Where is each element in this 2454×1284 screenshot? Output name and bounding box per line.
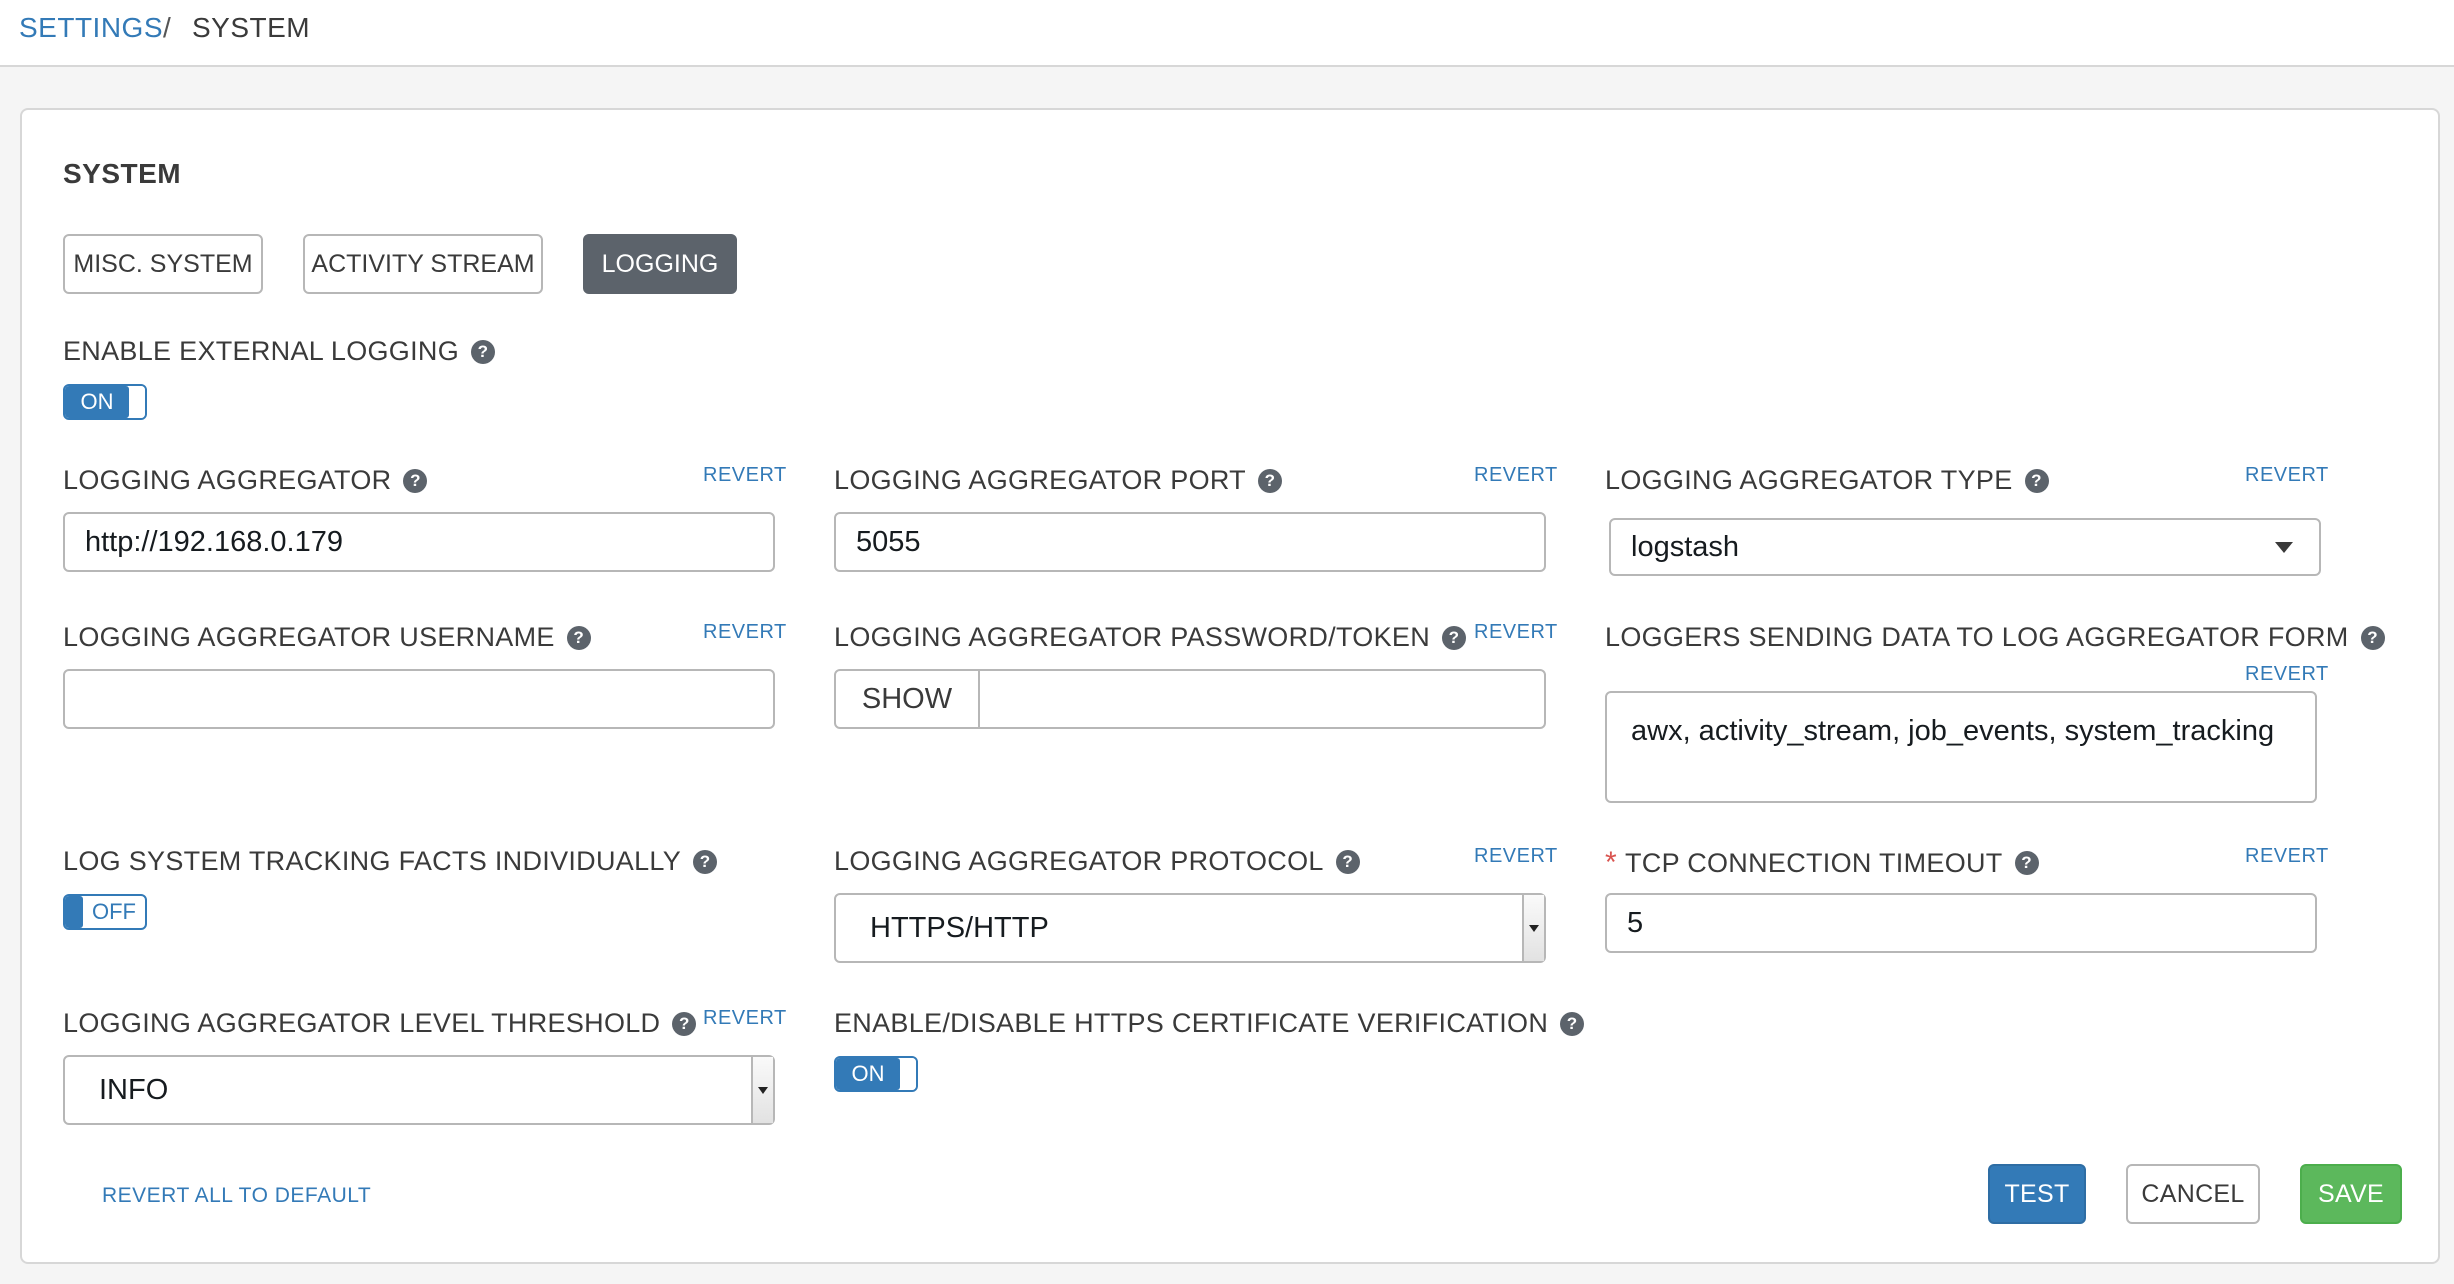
revert-logging-aggregator-protocol[interactable]: REVERT <box>1474 845 1558 868</box>
help-icon[interactable]: ? <box>403 468 428 493</box>
revert-logging-aggregator-port[interactable]: REVERT <box>1474 464 1558 487</box>
settings-panel: SYSTEM MISC. SYSTEM ACTIVITY STREAM LOGG… <box>20 108 2440 1264</box>
help-icon[interactable]: ? <box>566 625 591 650</box>
breadcrumb-bar: SETTINGS / SYSTEM <box>0 0 2454 67</box>
logging-aggregator-label: LOGGING AGGREGATOR ? <box>63 465 428 496</box>
save-button[interactable]: SAVE <box>2300 1164 2402 1224</box>
help-icon[interactable]: ? <box>471 339 496 364</box>
logging-aggregator-password-text: LOGGING AGGREGATOR PASSWORD/TOKEN <box>834 622 1431 652</box>
cancel-button[interactable]: CANCEL <box>2126 1164 2260 1224</box>
loggers-sending-data-text: LOGGERS SENDING DATA TO LOG AGGREGATOR F… <box>1605 622 2349 652</box>
test-button[interactable]: TEST <box>1988 1164 2086 1224</box>
logging-aggregator-type-text: LOGGING AGGREGATOR TYPE <box>1605 465 2013 495</box>
help-icon[interactable]: ? <box>693 849 718 874</box>
revert-logging-aggregator-username[interactable]: REVERT <box>703 621 787 644</box>
logging-aggregator-protocol-select[interactable]: HTTPS/HTTP <box>834 893 1546 963</box>
help-icon[interactable]: ? <box>1560 1011 1585 1036</box>
logging-aggregator-port-text: LOGGING AGGREGATOR PORT <box>834 465 1246 495</box>
breadcrumb-settings-link[interactable]: SETTINGS <box>19 12 163 44</box>
tcp-connection-timeout-label: * TCP CONNECTION TIMEOUT ? <box>1605 846 2039 880</box>
revert-logging-aggregator-password[interactable]: REVERT <box>1474 621 1558 644</box>
tab-activity-stream[interactable]: ACTIVITY STREAM <box>303 234 543 294</box>
logging-aggregator-protocol-value: HTTPS/HTTP <box>870 911 1049 944</box>
toggle-knob <box>900 1058 916 1090</box>
logging-aggregator-username-label: LOGGING AGGREGATOR USERNAME ? <box>63 622 591 653</box>
revert-logging-aggregator-type[interactable]: REVERT <box>2245 464 2329 487</box>
log-system-tracking-text: LOG SYSTEM TRACKING FACTS INDIVIDUALLY <box>63 846 682 876</box>
chevron-down-icon <box>1522 895 1544 961</box>
https-cert-verification-text: ENABLE/DISABLE HTTPS CERTIFICATE VERIFIC… <box>834 1008 1549 1038</box>
help-icon[interactable]: ? <box>2014 851 2039 875</box>
help-icon[interactable]: ? <box>672 1011 697 1036</box>
logging-aggregator-type-select[interactable]: logstash <box>1609 518 2321 576</box>
logging-aggregator-input[interactable]: http://192.168.0.179 <box>63 512 775 572</box>
toggle-knob <box>129 386 145 418</box>
help-icon[interactable]: ? <box>1257 468 1282 493</box>
logging-aggregator-port-input[interactable]: 5055 <box>834 512 1546 572</box>
https-cert-verification-label: ENABLE/DISABLE HTTPS CERTIFICATE VERIFIC… <box>834 1008 1585 1039</box>
toggle-knob <box>65 896 83 928</box>
loggers-sending-data-textarea[interactable]: awx, activity_stream, job_events, system… <box>1605 691 2317 803</box>
revert-all-to-default-link[interactable]: REVERT ALL TO DEFAULT <box>102 1184 371 1208</box>
logging-aggregator-text: LOGGING AGGREGATOR <box>63 465 392 495</box>
help-icon[interactable]: ? <box>1335 849 1360 874</box>
revert-logging-aggregator[interactable]: REVERT <box>703 464 787 487</box>
enable-external-logging-label: ENABLE EXTERNAL LOGGING ? <box>63 336 496 367</box>
logging-aggregator-port-label: LOGGING AGGREGATOR PORT ? <box>834 465 1282 496</box>
chevron-down-icon <box>751 1057 773 1123</box>
logging-aggregator-level-threshold-value: INFO <box>99 1073 169 1106</box>
logging-aggregator-level-threshold-select[interactable]: INFO <box>63 1055 775 1125</box>
required-asterisk: * <box>1605 846 1617 879</box>
log-system-tracking-toggle[interactable]: OFF <box>63 894 147 930</box>
toggle-state-text: OFF <box>92 899 136 924</box>
panel-title: SYSTEM <box>63 158 182 189</box>
tcp-connection-timeout-text: TCP CONNECTION TIMEOUT <box>1624 847 2003 878</box>
logging-aggregator-level-threshold-text: LOGGING AGGREGATOR LEVEL THRESHOLD <box>63 1008 661 1038</box>
toggle-state-text: ON <box>65 386 129 418</box>
logging-aggregator-password-label: LOGGING AGGREGATOR PASSWORD/TOKEN ? <box>834 622 1467 653</box>
logging-aggregator-password-input[interactable]: SHOW <box>834 669 1546 729</box>
breadcrumb-current: SYSTEM <box>192 12 311 43</box>
tab-logging[interactable]: LOGGING <box>583 234 737 294</box>
help-icon[interactable]: ? <box>2360 625 2385 650</box>
tab-misc-system[interactable]: MISC. SYSTEM <box>63 234 263 294</box>
help-icon[interactable]: ? <box>2024 468 2049 493</box>
https-cert-verification-toggle[interactable]: ON <box>834 1056 918 1092</box>
logging-aggregator-protocol-text: LOGGING AGGREGATOR PROTOCOL <box>834 846 1324 876</box>
revert-loggers-sending-data[interactable]: REVERT <box>2245 663 2329 686</box>
revert-logging-aggregator-level-threshold[interactable]: REVERT <box>703 1007 787 1030</box>
logging-aggregator-type-label: LOGGING AGGREGATOR TYPE ? <box>1605 465 2049 496</box>
enable-external-logging-text: ENABLE EXTERNAL LOGGING <box>63 336 460 366</box>
loggers-sending-data-label: LOGGERS SENDING DATA TO LOG AGGREGATOR F… <box>1605 622 2385 653</box>
tcp-connection-timeout-input[interactable]: 5 <box>1605 893 2317 953</box>
logging-aggregator-level-threshold-label: LOGGING AGGREGATOR LEVEL THRESHOLD ? <box>63 1008 697 1039</box>
log-system-tracking-label: LOG SYSTEM TRACKING FACTS INDIVIDUALLY ? <box>63 846 718 877</box>
help-icon[interactable]: ? <box>1442 625 1467 650</box>
chevron-down-icon <box>2275 542 2293 553</box>
toggle-state-text: ON <box>836 1058 900 1090</box>
logging-aggregator-protocol-label: LOGGING AGGREGATOR PROTOCOL ? <box>834 846 1360 877</box>
enable-external-logging-toggle[interactable]: ON <box>63 384 147 420</box>
breadcrumb-separator: / <box>163 12 172 43</box>
logging-aggregator-type-value: logstash <box>1631 530 1740 563</box>
logging-aggregator-username-input[interactable] <box>63 669 775 729</box>
show-password-button[interactable]: SHOW <box>836 671 980 727</box>
logging-aggregator-username-text: LOGGING AGGREGATOR USERNAME <box>63 622 555 652</box>
revert-tcp-connection-timeout[interactable]: REVERT <box>2245 845 2329 868</box>
